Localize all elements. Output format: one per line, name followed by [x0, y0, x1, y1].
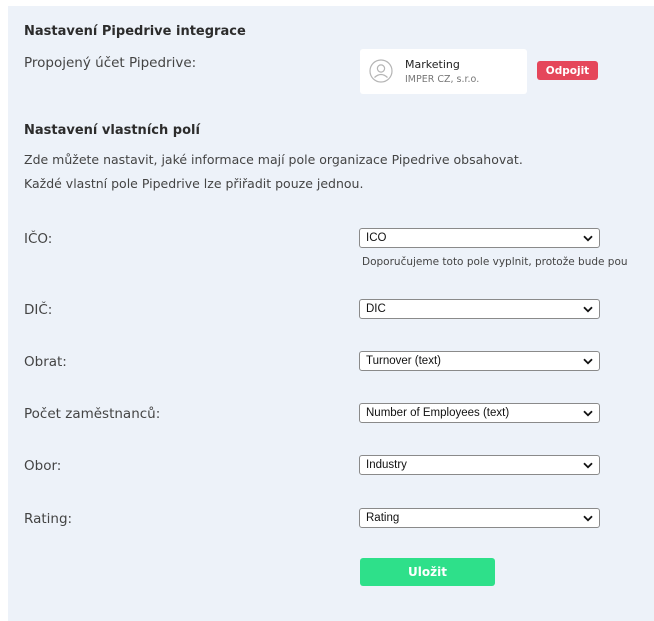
field-label-rating: Rating:	[24, 511, 73, 527]
field-select-employees[interactable]: Number of Employees (text)	[359, 403, 600, 423]
field-select-industry[interactable]: Industry	[359, 455, 600, 475]
field-select-value: Number of Employees (text)	[366, 407, 510, 419]
field-select-value: Industry	[366, 459, 407, 471]
field-select-value: Turnover (text)	[366, 355, 441, 367]
custom-fields-description-2: Každé vlastní pole Pipedrive lze přiřadi…	[24, 176, 364, 191]
chevron-down-icon	[581, 302, 595, 316]
field-select-turnover[interactable]: Turnover (text)	[359, 351, 600, 371]
chevron-down-icon	[581, 354, 595, 368]
field-select-value: Rating	[366, 512, 400, 524]
disconnect-button[interactable]: Odpojit	[537, 61, 598, 80]
field-select-ico[interactable]: ICO	[359, 228, 600, 248]
linked-account-label: Propojený účet Pipedrive:	[24, 55, 197, 71]
field-label-dic: DIČ:	[24, 302, 53, 318]
account-company: IMPER CZ, s.r.o.	[405, 74, 480, 85]
ico-hint: Doporučujeme toto pole vyplnit, protože …	[362, 256, 628, 268]
save-button[interactable]: Uložit	[360, 558, 495, 586]
field-label-industry: Obor:	[24, 458, 62, 474]
account-card: Marketing IMPER CZ, s.r.o.	[360, 49, 527, 94]
field-label-ico: IČO:	[24, 231, 53, 247]
custom-fields-description-1: Zde můžete nastavit, jaké informace mají…	[24, 152, 523, 167]
field-select-rating[interactable]: Rating	[359, 508, 600, 528]
field-label-employees: Počet zaměstnanců:	[24, 406, 161, 422]
field-select-dic[interactable]: DIC	[359, 299, 600, 319]
field-label-turnover: Obrat:	[24, 354, 67, 370]
chevron-down-icon	[581, 406, 595, 420]
chevron-down-icon	[581, 511, 595, 525]
custom-fields-heading: Nastavení vlastních polí	[24, 123, 200, 138]
user-circle-icon	[369, 59, 393, 83]
chevron-down-icon	[581, 231, 595, 245]
chevron-down-icon	[581, 458, 595, 472]
account-name: Marketing	[405, 58, 460, 71]
field-select-value: ICO	[366, 232, 387, 244]
field-select-value: DIC	[366, 303, 386, 315]
integration-heading: Nastavení Pipedrive integrace	[24, 24, 246, 39]
